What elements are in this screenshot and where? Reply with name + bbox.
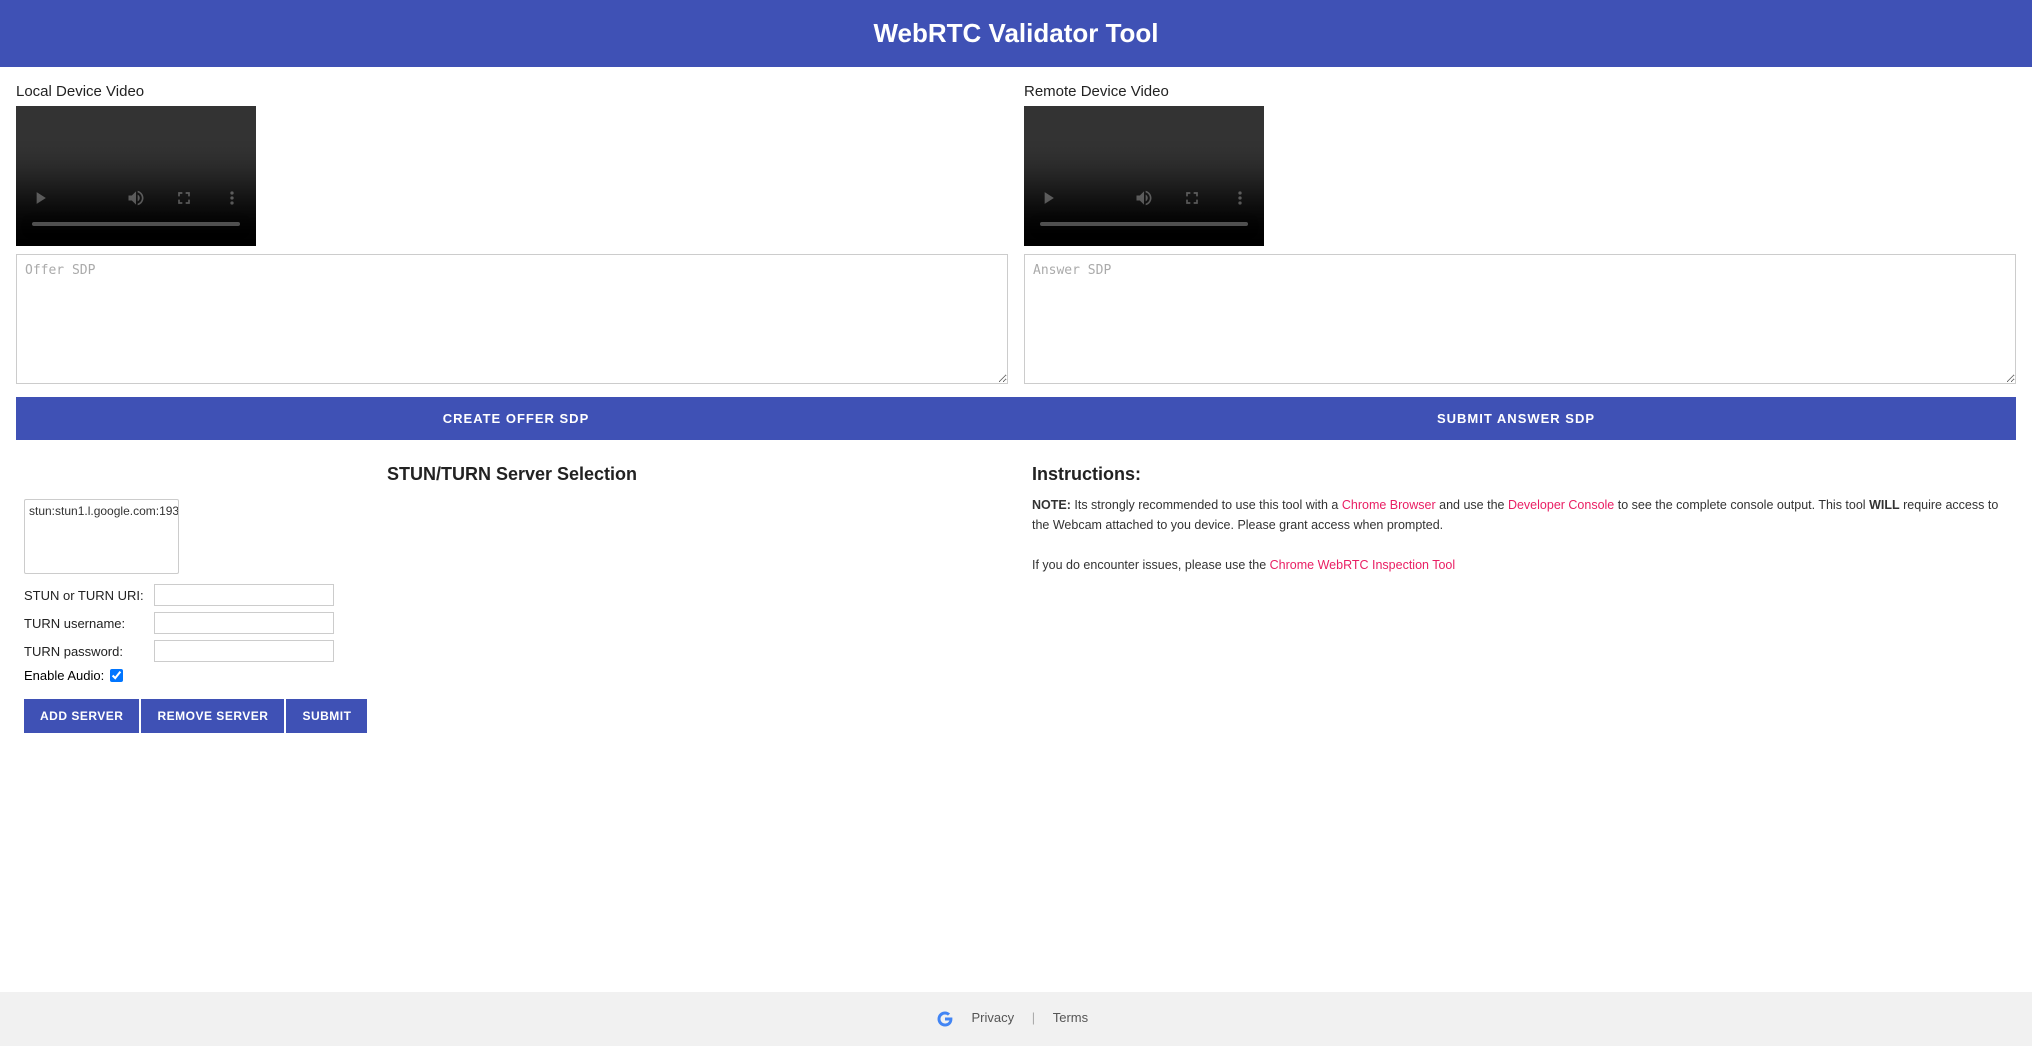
terms-link[interactable]: Terms [1053, 1010, 1088, 1025]
instructions-text: NOTE: Its strongly recommended to use th… [1032, 495, 2008, 575]
privacy-link[interactable]: Privacy [971, 1010, 1014, 1025]
remote-video-label: Remote Device Video [1024, 83, 2016, 100]
chrome-webrtc-link[interactable]: Chrome WebRTC Inspection Tool [1270, 558, 1456, 572]
stun-turn-uri-input[interactable] [154, 584, 334, 606]
local-video [16, 106, 256, 246]
main-content: Local Device Video Remote Device Video C… [0, 67, 2032, 992]
top-section: Local Device Video Remote Device Video [16, 83, 2016, 389]
console-output-text: to see the complete console output. This… [1618, 498, 1869, 512]
google-logo [936, 1010, 954, 1028]
remove-server-button[interactable]: REMOVE SERVER [141, 699, 284, 733]
local-video-label: Local Device Video [16, 83, 1008, 100]
remote-video-panel: Remote Device Video [1024, 83, 2016, 389]
offer-sdp-textarea[interactable] [16, 254, 1008, 384]
google-g-icon [936, 1010, 954, 1028]
bottom-section: STUN/TURN Server Selection stun:stun1.l.… [16, 464, 2016, 733]
stun-uri-row: STUN or TURN URI: [24, 584, 1000, 606]
turn-password-row: TURN password: [24, 640, 1000, 662]
encounter-text: If you do encounter issues, please use t… [1032, 558, 1270, 572]
stun-turn-title: STUN/TURN Server Selection [24, 464, 1000, 485]
turn-username-label: TURN username: [24, 616, 154, 631]
and-use-text: and use the [1439, 498, 1508, 512]
page-title: WebRTC Validator Tool [873, 18, 1158, 48]
instructions-title: Instructions: [1032, 464, 2008, 485]
turn-password-input[interactable] [154, 640, 334, 662]
turn-password-label: TURN password: [24, 644, 154, 659]
enable-audio-checkbox[interactable] [110, 669, 123, 682]
page-header: WebRTC Validator Tool [0, 0, 2032, 67]
footer: Privacy | Terms [0, 992, 2032, 1046]
stun-turn-uri-label: STUN or TURN URI: [24, 588, 154, 603]
turn-username-input[interactable] [154, 612, 334, 634]
action-buttons: ADD SERVER REMOVE SERVER SUBMIT [24, 699, 1000, 733]
turn-username-row: TURN username: [24, 612, 1000, 634]
enable-audio-row: Enable Audio: [24, 668, 1000, 683]
sdp-button-row: CREATE OFFER SDP SUBMIT ANSWER SDP [16, 397, 2016, 440]
submit-answer-sdp-button[interactable]: SUBMIT ANSWER SDP [1016, 397, 2016, 440]
answer-sdp-textarea[interactable] [1024, 254, 2016, 384]
server-list[interactable]: stun:stun1.l.google.com:19302 [24, 499, 179, 574]
stun-turn-panel: STUN/TURN Server Selection stun:stun1.l.… [24, 464, 1000, 733]
will-text: WILL [1869, 498, 1900, 512]
chrome-browser-link[interactable]: Chrome Browser [1342, 498, 1436, 512]
add-server-button[interactable]: ADD SERVER [24, 699, 139, 733]
submit-button[interactable]: SUBMIT [286, 699, 367, 733]
enable-audio-label: Enable Audio: [24, 668, 104, 683]
instructions-panel: Instructions: NOTE: Its strongly recomme… [1032, 464, 2008, 733]
remote-video [1024, 106, 1264, 246]
note-intro-text: Its strongly recommended to use this too… [1074, 498, 1342, 512]
server-list-item[interactable]: stun:stun1.l.google.com:19302 [29, 504, 174, 518]
create-offer-sdp-button[interactable]: CREATE OFFER SDP [16, 397, 1016, 440]
developer-console-link[interactable]: Developer Console [1508, 498, 1614, 512]
footer-divider: | [1032, 1010, 1035, 1025]
local-video-panel: Local Device Video [16, 83, 1008, 389]
note-label: NOTE: [1032, 498, 1071, 512]
